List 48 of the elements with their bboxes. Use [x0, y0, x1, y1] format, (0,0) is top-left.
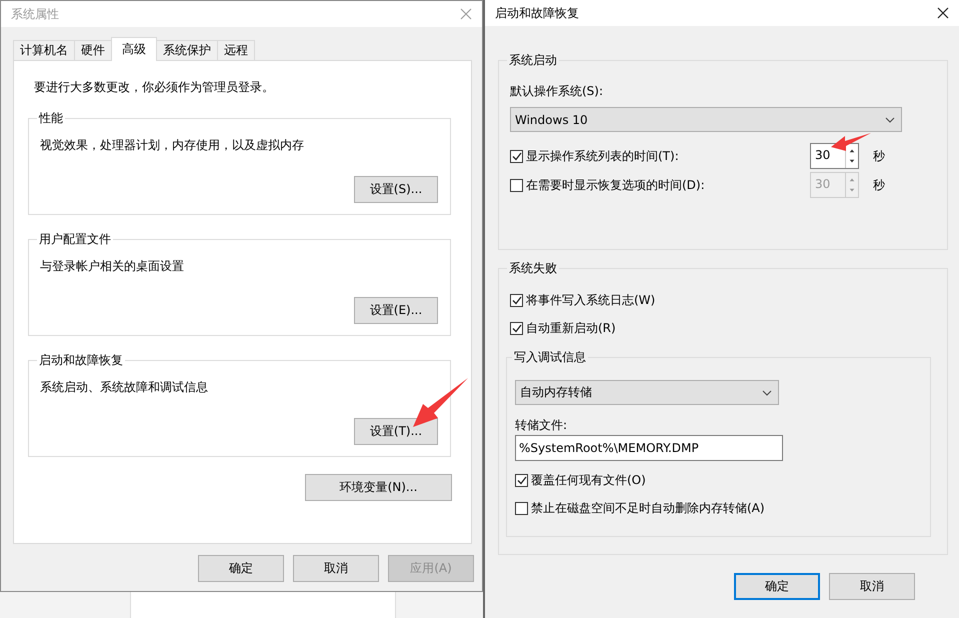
tab[interactable]: 高级: [111, 37, 157, 61]
group-title: 系统失败: [508, 260, 558, 277]
group-description: 与登录帐户相关的桌面设置: [40, 259, 184, 273]
group-title: 用户配置文件: [38, 231, 112, 248]
checkbox[interactable]: [515, 502, 528, 514]
group-title: 启动和故障恢复: [38, 352, 124, 369]
tab[interactable]: 计算机名: [13, 40, 75, 61]
group-title: 写入调试信息: [513, 349, 587, 366]
admin-notice: 要进行大多数更改，你必须作为管理员登录。: [34, 80, 274, 94]
number-spinner[interactable]: 30: [810, 143, 859, 169]
caret-icon: [885, 116, 895, 122]
tab[interactable]: 远程: [217, 40, 255, 61]
dump-type-dropdown[interactable]: 自动内存转储: [515, 380, 779, 405]
caret-icon: [762, 390, 772, 396]
os-dropdown[interactable]: Windows 10: [510, 107, 902, 132]
settings-button[interactable]: 设置(S)...: [354, 176, 438, 203]
field-label: 转储文件:: [515, 418, 568, 432]
unit-label: 秒: [873, 148, 885, 164]
annotation-arrow: [413, 378, 468, 427]
checkbox-label: 在需要时显示恢复选项的时间(D):: [526, 176, 705, 194]
group-description: 视觉效果，处理器计划，内存使用，以及虚拟内存: [40, 138, 304, 152]
window-title: 启动和故障恢复: [495, 4, 579, 22]
dialog-button[interactable]: 确定: [198, 555, 284, 582]
settings-button[interactable]: 设置(T)...: [354, 418, 438, 445]
settings-button[interactable]: 设置(E)...: [354, 297, 438, 324]
dialog-button[interactable]: 取消: [829, 573, 915, 600]
close-icon[interactable]: [937, 7, 949, 19]
environment-variables-button[interactable]: 环境变量(N)...: [305, 474, 452, 501]
checkbox-label: 显示操作系统列表的时间(T):: [526, 148, 679, 164]
unit-label: 秒: [873, 176, 885, 194]
group-title: 性能: [38, 110, 64, 127]
annotation-arrow: [831, 133, 871, 151]
checkbox[interactable]: [510, 150, 523, 162]
group-description: 系统启动、系统故障和调试信息: [40, 380, 208, 394]
group-title: 系统启动: [508, 52, 558, 69]
dialog-button[interactable]: 确定: [734, 573, 820, 600]
checkbox-label: 禁止在磁盘空间不足时自动删除内存转储(A): [531, 500, 765, 516]
checkbox[interactable]: [510, 178, 523, 192]
window-title: 系统属性: [11, 6, 59, 22]
checkbox[interactable]: [510, 322, 523, 334]
checkbox-label: 覆盖任何现有文件(O): [531, 472, 646, 488]
checkbox-label: 将事件写入系统日志(W): [526, 292, 656, 308]
checkbox[interactable]: [515, 474, 528, 486]
dialog-button[interactable]: 取消: [293, 555, 379, 582]
dump-file-field[interactable]: %SystemRoot%\MEMORY.DMP: [515, 435, 783, 461]
field-label: 默认操作系统(S):: [510, 84, 604, 98]
checkbox-label: 自动重新启动(R): [526, 320, 616, 336]
checkbox[interactable]: [510, 294, 523, 306]
